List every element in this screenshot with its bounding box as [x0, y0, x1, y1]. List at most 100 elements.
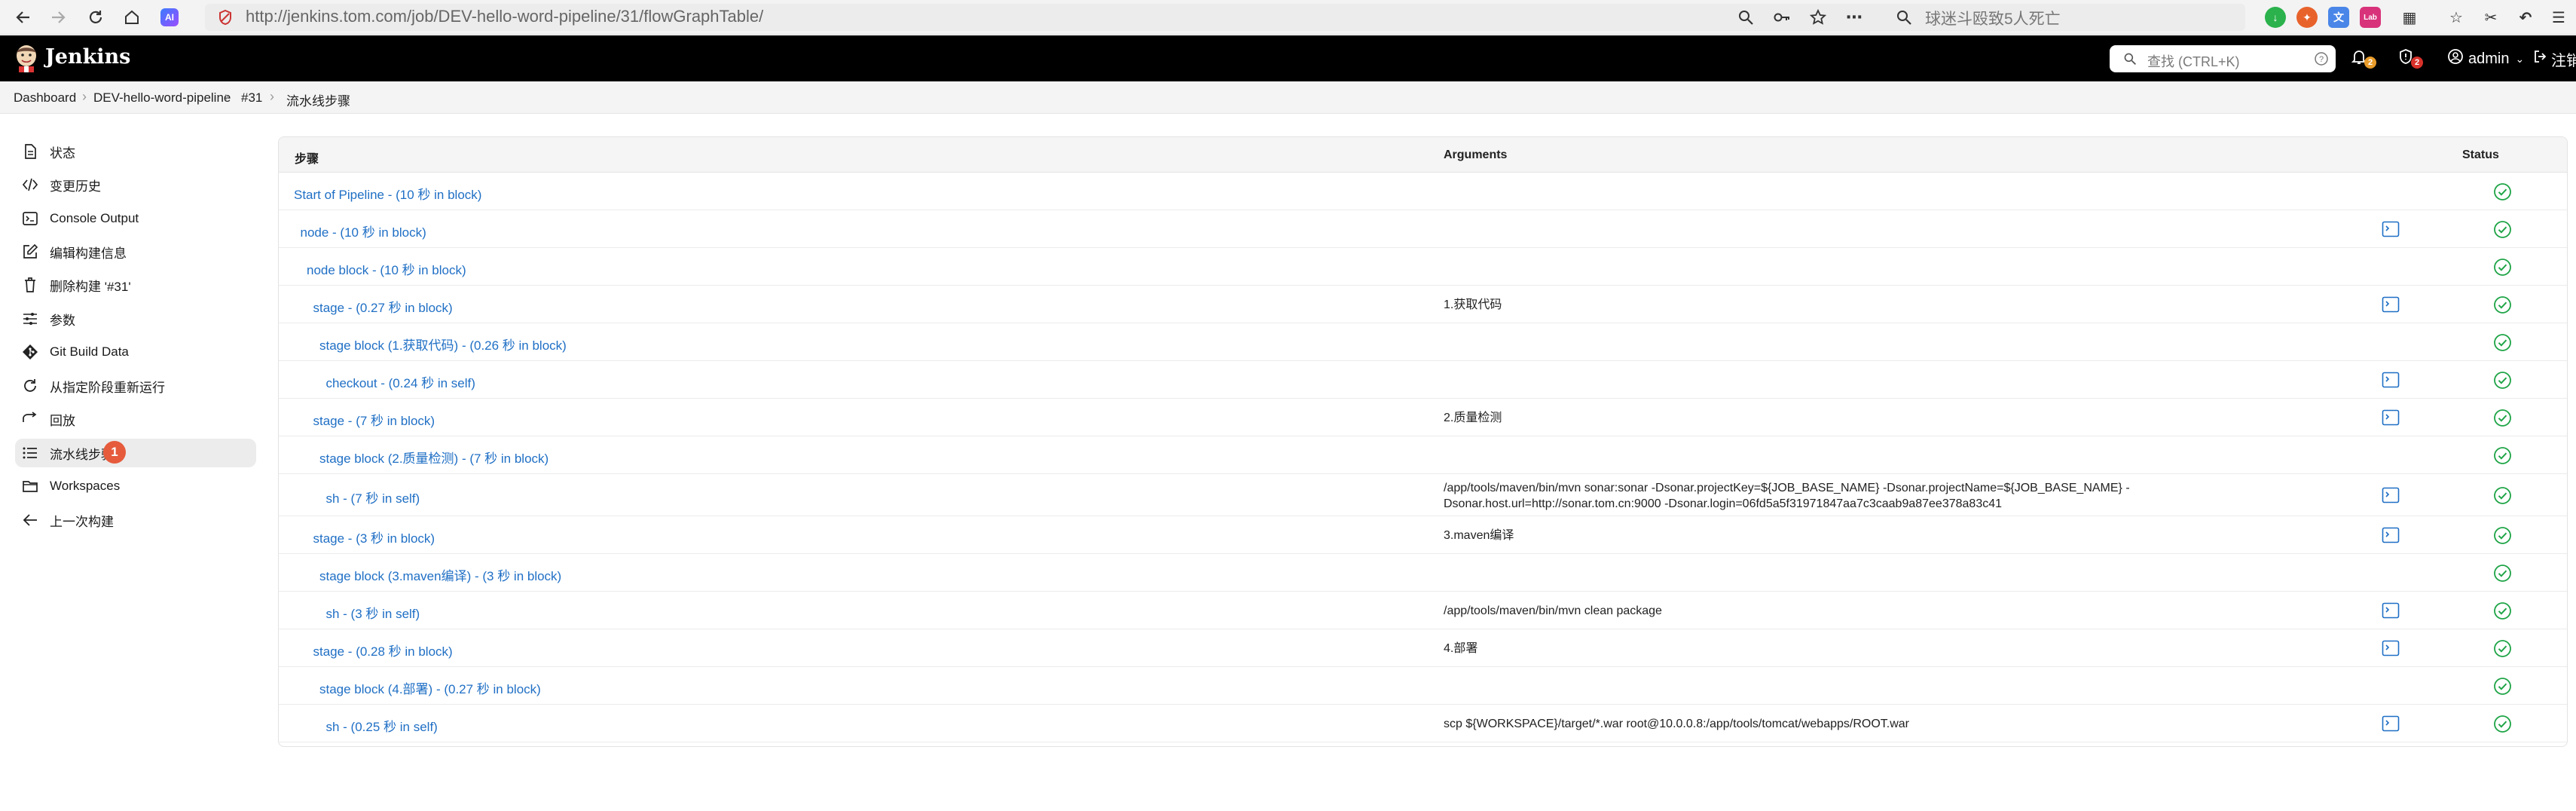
- sidebar-item-changes[interactable]: 变更历史: [15, 170, 256, 199]
- sidebar-item-console-output[interactable]: Console Output: [15, 204, 256, 233]
- step-link[interactable]: stage block (2.质量检测) - (7 秒 in block): [319, 448, 549, 467]
- step-link[interactable]: stage - (0.27 秒 in block): [313, 297, 453, 316]
- success-status-icon: [2493, 715, 2512, 733]
- console-output-icon[interactable]: [2382, 602, 2400, 619]
- forward-icon[interactable]: [45, 5, 71, 30]
- step-arguments: 1.获取代码: [1444, 298, 1502, 311]
- success-status-icon: [2493, 639, 2512, 658]
- step-link[interactable]: sh - (3 秒 in self): [326, 603, 420, 622]
- notifications-badge: 2: [2364, 57, 2376, 69]
- extension-badge-icon[interactable]: Lab: [2360, 7, 2381, 28]
- breadcrumb-dashboard[interactable]: Dashboard: [14, 90, 76, 106]
- edit-icon: [21, 243, 39, 261]
- url-text[interactable]: http://jenkins.tom.com/job/DEV-hello-wor…: [246, 7, 763, 26]
- console-output-icon[interactable]: [2382, 527, 2400, 543]
- table-row: stage block (1.获取代码) - (0.26 秒 in block): [279, 323, 2567, 361]
- chevron-right-icon: ›: [82, 89, 87, 104]
- user-menu[interactable]: admin ⌄: [2447, 48, 2524, 69]
- step-link[interactable]: stage - (3 秒 in block): [313, 528, 435, 546]
- table-row: stage block (3.maven编译) - (3 秒 in block): [279, 554, 2567, 592]
- table-row: stage block (2.质量检测) - (7 秒 in block): [279, 436, 2567, 474]
- step-link[interactable]: node - (10 秒 in block): [301, 222, 426, 240]
- browser-search-text[interactable]: 球迷斗殴致5人死亡: [1925, 7, 2061, 29]
- breadcrumb-job[interactable]: DEV-hello-word-pipeline: [93, 90, 231, 106]
- success-status-icon: [2493, 409, 2512, 427]
- step-link[interactable]: stage block (4.部署) - (0.27 秒 in block): [319, 678, 541, 697]
- step-link[interactable]: sh - (7 秒 in self): [326, 488, 420, 506]
- table-row: node block - (10 秒 in block): [279, 248, 2567, 286]
- column-header-status: Status: [2462, 148, 2499, 161]
- console-output-icon[interactable]: [2382, 409, 2400, 426]
- user-icon: [2447, 48, 2464, 69]
- back-icon[interactable]: [11, 5, 36, 30]
- console-output-icon[interactable]: [2382, 715, 2400, 732]
- step-arguments: 3.maven编译: [1444, 529, 1514, 542]
- sidebar-item-git-build-data[interactable]: Git Build Data: [15, 338, 256, 366]
- jenkins-search-icon: [2119, 47, 2141, 70]
- step-link[interactable]: stage - (7 秒 in block): [313, 410, 435, 429]
- reload-icon[interactable]: [83, 5, 108, 30]
- step-arguments: /app/tools/maven/bin/mvn sonar:sonar -Ds…: [1444, 482, 2130, 510]
- ai-icon[interactable]: AI: [157, 5, 182, 30]
- logout-button[interactable]: 注销: [2533, 48, 2576, 69]
- sidebar-item-status[interactable]: 状态: [15, 137, 256, 166]
- favorites-icon[interactable]: ☆: [2446, 7, 2467, 28]
- sidebar-item-delete-build[interactable]: 删除构建 '#31': [15, 271, 256, 299]
- help-icon[interactable]: ?: [2310, 47, 2333, 70]
- step-arguments: 4.部署: [1444, 642, 1478, 655]
- scissors-icon[interactable]: ✂: [2480, 7, 2501, 28]
- folder-icon: [21, 477, 39, 495]
- notifications-button[interactable]: 2: [2351, 48, 2376, 69]
- success-status-icon: [2493, 333, 2512, 352]
- sidebar-item-parameters[interactable]: 参数: [15, 305, 256, 333]
- step-link[interactable]: Start of Pipeline - (10 秒 in block): [294, 184, 481, 203]
- terminal-icon: [21, 210, 39, 228]
- arrow-left-icon: [21, 511, 39, 529]
- console-output-icon[interactable]: [2382, 372, 2400, 388]
- jenkins-title[interactable]: Jenkins: [45, 45, 130, 69]
- sidebar-item-pipeline-steps[interactable]: 流水线步骤: [15, 439, 256, 467]
- menu-icon[interactable]: ☰: [2548, 7, 2569, 28]
- sidebar-item-workspaces[interactable]: Workspaces: [15, 472, 256, 500]
- svg-text:?: ?: [2319, 55, 2324, 64]
- undo-icon[interactable]: ↶: [2515, 7, 2536, 28]
- apps-grid-icon[interactable]: ▦: [2399, 7, 2420, 28]
- home-icon[interactable]: [119, 5, 145, 30]
- step-link[interactable]: stage - (0.28 秒 in block): [313, 641, 453, 660]
- sidebar-item-replay[interactable]: 回放: [15, 405, 256, 433]
- breadcrumb-current[interactable]: 流水线步骤: [286, 90, 350, 109]
- step-link[interactable]: node block - (10 秒 in block): [307, 259, 466, 278]
- star-icon[interactable]: [1807, 6, 1829, 29]
- logout-icon: [2533, 49, 2548, 69]
- security-button[interactable]: 2: [2397, 48, 2423, 69]
- step-link[interactable]: sh - (0.25 秒 in self): [326, 716, 438, 735]
- user-name: admin: [2468, 50, 2510, 67]
- jenkins-search-input[interactable]: 查找 (CTRL+K): [2147, 51, 2240, 71]
- sidebar-item-edit-build-info[interactable]: 编辑构建信息: [15, 237, 256, 266]
- console-output-icon[interactable]: [2382, 296, 2400, 313]
- key-icon[interactable]: [1771, 6, 1793, 29]
- console-output-icon[interactable]: [2382, 640, 2400, 656]
- more-icon[interactable]: ⋯: [1843, 6, 1866, 29]
- sidebar-item-previous-build[interactable]: 上一次构建: [15, 506, 256, 534]
- table-row: stage - (0.28 秒 in block) 4.部署: [279, 629, 2567, 667]
- extension-fire-icon[interactable]: ✦: [2296, 7, 2318, 28]
- step-link[interactable]: checkout - (0.24 秒 in self): [326, 372, 475, 391]
- site-security-icon[interactable]: [214, 6, 237, 29]
- replay-icon: [21, 410, 39, 428]
- jenkins-logo[interactable]: [13, 44, 40, 72]
- table-row: stage block (4.部署) - (0.27 秒 in block): [279, 667, 2567, 705]
- step-link[interactable]: stage block (3.maven编译) - (3 秒 in block): [319, 565, 561, 584]
- breadcrumb-build[interactable]: #31: [241, 90, 262, 106]
- console-output-icon[interactable]: [2382, 487, 2400, 503]
- step-arguments: 2.质量检测: [1444, 412, 1502, 424]
- step-link[interactable]: stage block (1.获取代码) - (0.26 秒 in block): [319, 335, 567, 353]
- translate-extension-icon[interactable]: 文: [2328, 7, 2349, 28]
- console-output-icon[interactable]: [2382, 221, 2400, 237]
- zoom-search-icon[interactable]: [1734, 6, 1757, 29]
- sidebar-item-restart-from-stage[interactable]: 从指定阶段重新运行: [15, 372, 256, 400]
- table-row: sh - (7 秒 in self) /app/tools/maven/bin/m…: [279, 474, 2567, 516]
- download-extension-icon[interactable]: ↓: [2265, 7, 2286, 28]
- table-row: stage - (0.27 秒 in block) 1.获取代码: [279, 286, 2567, 323]
- table-row: Start of Pipeline - (10 秒 in block): [279, 173, 2567, 210]
